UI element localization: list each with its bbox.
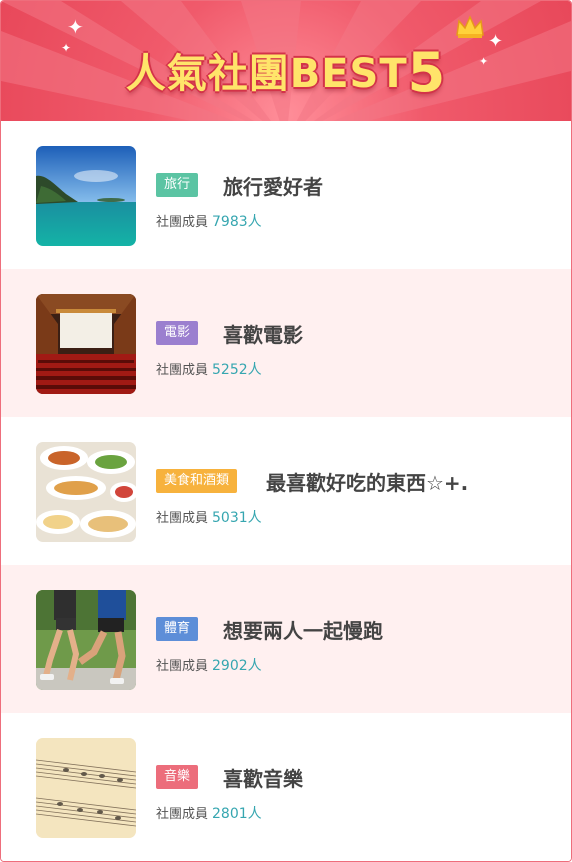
category-badge: 美食和酒類 xyxy=(156,469,238,493)
category-badge: 電影 xyxy=(156,321,199,345)
sparkle-icon: ✦ xyxy=(67,15,84,39)
member-number: 2902人 xyxy=(212,658,262,674)
group-name[interactable]: 最喜歡好吃的東西☆+. xyxy=(266,467,468,496)
group-name[interactable]: 喜歡音樂 xyxy=(223,763,303,792)
banner-title-number: 5 xyxy=(407,41,447,104)
group-name[interactable]: 喜歡電影 xyxy=(223,319,303,348)
member-number: 2801人 xyxy=(212,806,262,822)
member-count: 社團成員 2801人 xyxy=(156,803,262,823)
group-row-sports[interactable]: 體育 想要兩人一起慢跑 社團成員 2902人 xyxy=(1,565,571,713)
group-row-travel[interactable]: 旅行 旅行愛好者 社團成員 7983人 xyxy=(1,121,571,269)
running-image xyxy=(36,590,136,690)
group-info: 體育 想要兩人一起慢跑 社團成員 2902人 xyxy=(156,565,571,713)
category-badge: 音樂 xyxy=(156,765,199,789)
member-count: 社團成員 7983人 xyxy=(156,211,262,231)
group-list: 旅行 旅行愛好者 社團成員 7983人 電影 喜歡電影 社團成員 5252人 美… xyxy=(1,121,571,861)
member-number: 5252人 xyxy=(212,362,262,378)
member-number: 7983人 xyxy=(212,214,262,230)
group-row-food[interactable]: 美食和酒類 最喜歡好吃的東西☆+. 社團成員 5031人 xyxy=(1,417,571,565)
beach-image xyxy=(36,146,136,246)
member-label: 社團成員 xyxy=(156,215,209,230)
category-badge: 旅行 xyxy=(156,173,199,197)
cinema-image xyxy=(36,294,136,394)
food-image xyxy=(36,442,136,542)
crown-icon xyxy=(456,15,484,38)
member-number: 5031人 xyxy=(212,510,262,526)
group-row-music[interactable]: 音樂 喜歡音樂 社團成員 2801人 xyxy=(1,713,571,861)
ranking-banner: ✦ ✦ ✦ ✦ 人氣社團BEST5 xyxy=(1,1,571,121)
popular-groups-panel: ✦ ✦ ✦ ✦ 人氣社團BEST5 旅行 旅行愛好者 社團成員 7983人 電影… xyxy=(0,0,572,862)
group-info: 美食和酒類 最喜歡好吃的東西☆+. 社團成員 5031人 xyxy=(156,417,571,565)
group-info: 旅行 旅行愛好者 社團成員 7983人 xyxy=(156,121,571,269)
banner-title: 人氣社團BEST5 xyxy=(1,37,571,104)
member-label: 社團成員 xyxy=(156,807,209,822)
member-count: 社團成員 2902人 xyxy=(156,655,262,675)
group-info: 電影 喜歡電影 社團成員 5252人 xyxy=(156,269,571,417)
banner-title-text: 人氣社團BEST xyxy=(125,51,408,97)
member-count: 社團成員 5252人 xyxy=(156,359,262,379)
sheet-music-image xyxy=(36,738,136,838)
member-label: 社團成員 xyxy=(156,659,209,674)
group-name[interactable]: 想要兩人一起慢跑 xyxy=(223,615,383,644)
category-badge: 體育 xyxy=(156,617,199,641)
member-count: 社團成員 5031人 xyxy=(156,507,262,527)
member-label: 社團成員 xyxy=(156,511,209,526)
member-label: 社團成員 xyxy=(156,363,209,378)
group-info: 音樂 喜歡音樂 社團成員 2801人 xyxy=(156,713,571,861)
group-row-movies[interactable]: 電影 喜歡電影 社團成員 5252人 xyxy=(1,269,571,417)
group-name[interactable]: 旅行愛好者 xyxy=(223,171,323,200)
